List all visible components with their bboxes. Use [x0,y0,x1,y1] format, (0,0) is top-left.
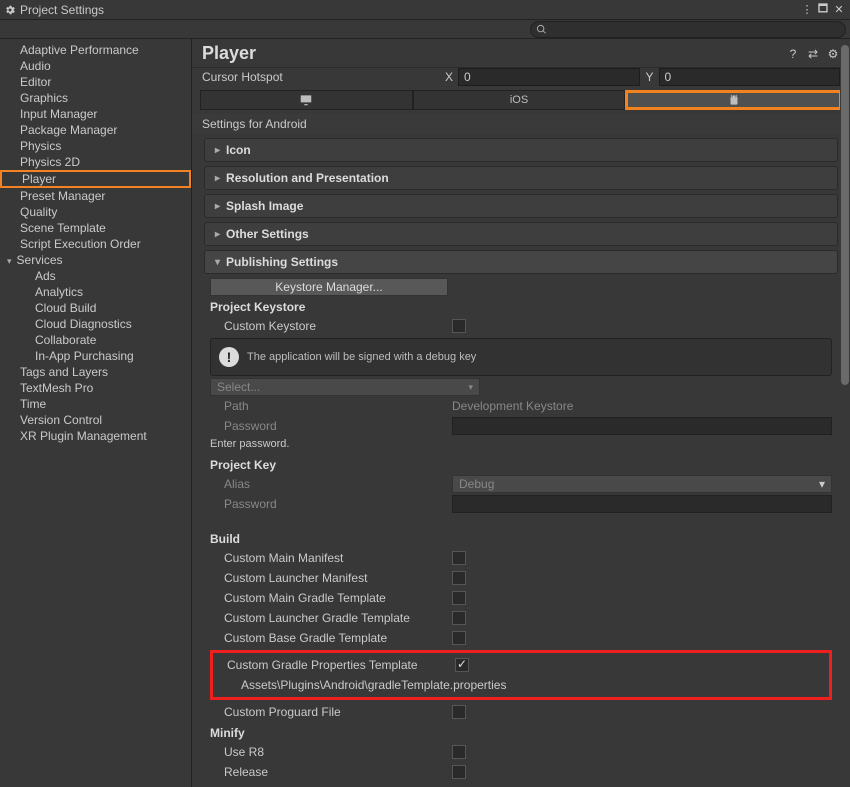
foldout-icon[interactable]: Icon [204,138,838,162]
info-icon: ! [219,347,239,367]
chevron-down-icon: ▾ [468,382,473,393]
cgpt-checkbox[interactable] [455,658,469,672]
alias-dropdown[interactable]: Debug▾ [452,475,832,493]
platform-tab-android[interactable] [625,90,842,110]
help-icon[interactable]: ? [786,47,800,61]
sidebar-item-package-manager[interactable]: Package Manager [0,122,191,138]
gradle-template-path: Assets\Plugins\Android\gradleTemplate.pr… [213,675,829,695]
search-input[interactable] [530,21,846,38]
clgt-checkbox[interactable] [452,611,466,625]
project-keystore-heading: Project Keystore [210,300,832,314]
sidebar-item-cloud-build[interactable]: Cloud Build [0,300,191,316]
sidebar-item-editor[interactable]: Editor [0,74,191,90]
debug-key-info: ! The application will be signed with a … [210,338,832,376]
key-password-input[interactable] [452,495,832,513]
cmgt-label: Custom Main Gradle Template [210,591,452,605]
page-title: Player [202,43,256,64]
clm-label: Custom Launcher Manifest [210,571,452,585]
sidebar-item-player[interactable]: Player [0,170,191,188]
outer-scrollbar[interactable] [840,43,850,783]
sidebar: Adaptive Performance Audio Editor Graphi… [0,39,192,787]
window-title: Project Settings [20,3,104,17]
sidebar-item-script-exec[interactable]: Script Execution Order [0,236,191,252]
platform-tab-ios[interactable]: iOS [413,90,626,110]
desktop-icon [299,93,313,107]
key-password-label: Password [210,497,452,511]
preset-icon[interactable]: ⇄ [806,47,820,61]
keystore-password-input[interactable] [452,417,832,435]
sidebar-item-preset-manager[interactable]: Preset Manager [0,188,191,204]
sidebar-item-analytics[interactable]: Analytics [0,284,191,300]
sidebar-item-vc[interactable]: Version Control [0,412,191,428]
cmm-label: Custom Main Manifest [210,551,452,565]
cursor-hotspot-label: Cursor Hotspot [202,70,445,84]
sidebar-item-input-manager[interactable]: Input Manager [0,106,191,122]
cursor-x-input[interactable] [458,68,640,86]
ios-label: iOS [510,94,528,106]
minify-heading: Minify [210,726,832,740]
foldout-splash[interactable]: Splash Image [204,194,838,218]
platform-tab-standalone[interactable] [200,90,413,110]
sidebar-item-scene-template[interactable]: Scene Template [0,220,191,236]
keystore-select-dropdown[interactable]: Select...▾ [210,378,480,396]
search-icon [536,24,547,35]
keystore-manager-button[interactable]: Keystore Manager... [210,278,448,296]
alias-label: Alias [210,477,452,491]
publishing-panel: Keystore Manager... Project Keystore Cus… [198,278,844,786]
sidebar-item-physics[interactable]: Physics [0,138,191,154]
cursor-y-input[interactable] [659,68,841,86]
sidebar-item-tags[interactable]: Tags and Layers [0,364,191,380]
maximize-icon[interactable]: 🗖 [816,3,830,17]
custom-keystore-label: Custom Keystore [210,319,452,333]
release-checkbox[interactable] [452,765,466,779]
close-icon[interactable]: ✕ [832,3,846,17]
menu-icon[interactable]: ⋮ [800,3,814,17]
clm-checkbox[interactable] [452,571,466,585]
cmm-checkbox[interactable] [452,551,466,565]
cpf-checkbox[interactable] [452,705,466,719]
sidebar-item-adaptive[interactable]: Adaptive Performance [0,42,191,58]
foldout-other[interactable]: Other Settings [204,222,838,246]
sidebar-item-audio[interactable]: Audio [0,58,191,74]
gear-icon [4,4,16,16]
android-icon [727,93,741,107]
gradle-properties-highlight: Custom Gradle Properties Template Assets… [210,650,832,700]
sidebar-item-iap[interactable]: In-App Purchasing [0,348,191,364]
sidebar-item-xr[interactable]: XR Plugin Management [0,428,191,444]
settings-for-label: Settings for Android [192,114,850,134]
build-heading: Build [210,532,832,546]
password-label: Password [210,419,452,433]
release-label: Release [210,765,452,779]
project-key-heading: Project Key [210,458,832,472]
y-label: Y [646,70,659,84]
custom-keystore-checkbox[interactable] [452,319,466,333]
sidebar-item-time[interactable]: Time [0,396,191,412]
sidebar-item-graphics[interactable]: Graphics [0,90,191,106]
enter-password-note: Enter password. [210,438,832,450]
cmgt-checkbox[interactable] [452,591,466,605]
cgpt-label: Custom Gradle Properties Template [213,658,455,672]
foldout-resolution[interactable]: Resolution and Presentation [204,166,838,190]
cbgt-checkbox[interactable] [452,631,466,645]
sidebar-item-ads[interactable]: Ads [0,268,191,284]
cbgt-label: Custom Base Gradle Template [210,631,452,645]
clgt-label: Custom Launcher Gradle Template [210,611,452,625]
use-r8-label: Use R8 [210,745,452,759]
x-label: X [445,70,458,84]
cpf-label: Custom Proguard File [210,705,452,719]
sidebar-item-cloud-diag[interactable]: Cloud Diagnostics [0,316,191,332]
settings-icon[interactable]: ⚙ [826,47,840,61]
chevron-down-icon: ▾ [819,477,825,491]
sidebar-item-quality[interactable]: Quality [0,204,191,220]
use-r8-checkbox[interactable] [452,745,466,759]
sidebar-item-collab[interactable]: Collaborate [0,332,191,348]
sidebar-item-tmp[interactable]: TextMesh Pro [0,380,191,396]
sidebar-item-services[interactable]: Services [0,252,191,268]
path-label: Path [210,399,452,413]
foldout-publishing[interactable]: Publishing Settings [204,250,838,274]
sidebar-item-physics2d[interactable]: Physics 2D [0,154,191,170]
info-message: The application will be signed with a de… [247,351,476,363]
path-value: Development Keystore [452,399,573,413]
